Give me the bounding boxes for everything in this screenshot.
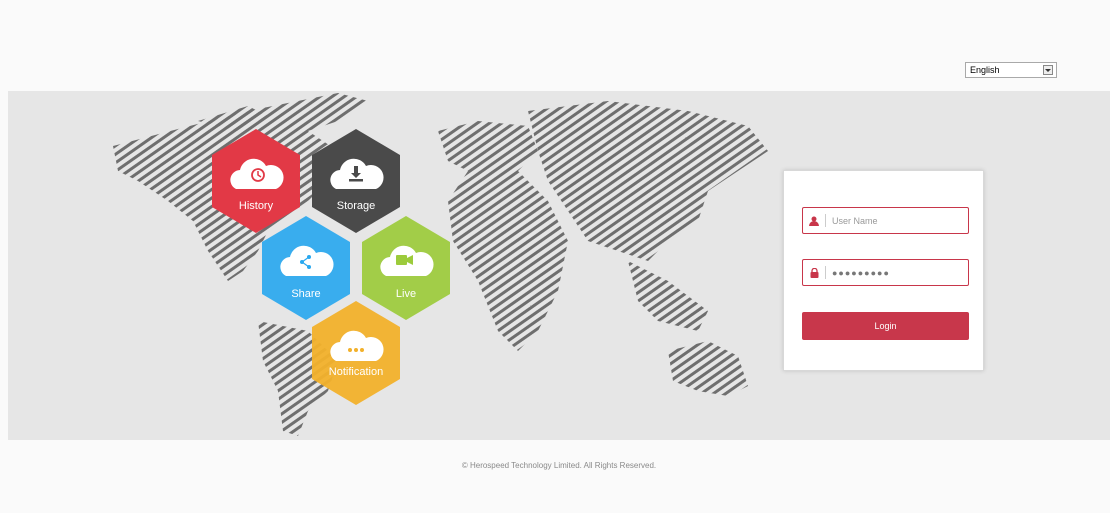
tile-label-live: Live [395,288,417,300]
field-separator [825,214,826,227]
user-icon [803,216,825,226]
password-value: ●●●●●●●●● [832,267,890,278]
copyright-text: © Herospeed Technology Limited. All Righ… [461,461,657,470]
chevron-down-icon[interactable] [1043,65,1053,75]
footer: © Herospeed Technology Limited. All Righ… [8,441,1110,513]
top-bar [8,8,1110,90]
tile-label-history: History [238,200,274,212]
tile-label-share: Share [291,288,321,300]
login-button[interactable]: Login [802,312,969,340]
tile-label-notification: Notification [328,366,384,378]
login-card: User Name ●●●●●●●●● Login [783,170,984,371]
username-placeholder: User Name [832,215,878,226]
language-selected-value: English [970,65,1000,75]
tile-label-storage: Storage [336,200,376,212]
lock-icon [803,267,825,278]
field-separator [825,266,826,279]
password-field[interactable]: ●●●●●●●●● [802,259,969,286]
username-field[interactable]: User Name [802,207,969,234]
login-page: English History Storage Share Live Notif… [0,0,1110,513]
language-select[interactable]: English [965,62,1057,78]
